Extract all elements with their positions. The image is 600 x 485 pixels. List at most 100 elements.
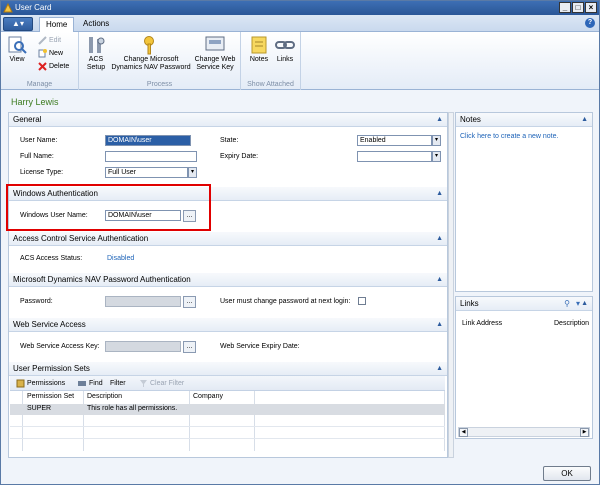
nav-password-header[interactable]: Microsoft Dynamics NAV Password Authenti… [9, 273, 447, 287]
collapse-icon[interactable]: ▲ [436, 273, 443, 287]
collapse-icon[interactable]: ▲ [436, 362, 443, 376]
collapse-icon[interactable]: ▲ [581, 113, 588, 127]
ok-button[interactable]: OK [543, 466, 591, 481]
permission-sets-toolbar: Permissions Find Filter Clear Filter [10, 376, 445, 391]
links-button[interactable]: Links [273, 35, 297, 64]
permission-sets-header[interactable]: User Permission Sets ▲ [9, 362, 447, 376]
expiry-date-field[interactable] [357, 151, 432, 162]
license-type-dropdown-icon[interactable]: ▾ [188, 167, 197, 178]
user-name-field[interactable]: DOMAIN\user [105, 135, 191, 146]
column-permission-set[interactable]: Permission Set [27, 393, 74, 400]
create-note-link[interactable]: Click here to create a new note. [460, 133, 558, 140]
column-link-address[interactable]: Link Address [462, 320, 502, 327]
grid-divider [83, 391, 84, 451]
acs-status-link[interactable]: Disabled [107, 255, 134, 262]
column-link-description[interactable]: Description [554, 320, 589, 327]
change-password-label-2: Dynamics NAV Password [111, 64, 191, 71]
acs-status-label: ACS Access Status: [20, 255, 83, 262]
new-button[interactable]: New [38, 49, 63, 58]
state-label: State: [220, 137, 239, 144]
find-button[interactable]: Find [78, 378, 103, 389]
filter-button[interactable]: Filter [110, 378, 126, 389]
group-show-attached-label: Show Attached [247, 81, 294, 88]
acs-setup-icon [89, 37, 105, 53]
full-name-field[interactable] [105, 151, 197, 162]
grid-divider [254, 391, 255, 451]
table-row[interactable]: SUPER This role has all permissions. [10, 404, 445, 415]
notes-header[interactable]: Notes ▲ [456, 113, 592, 127]
expiry-date-label: Expiry Date: [220, 153, 259, 160]
notes-panel: Notes ▲ Click here to create a new note. [455, 112, 593, 292]
collapse-icon[interactable]: ▲ [436, 113, 443, 127]
permissions-icon [16, 379, 25, 388]
links-menu-icon[interactable]: ▾ [576, 297, 580, 311]
links-header[interactable]: Links ⚲ ▾ ▲ [456, 297, 592, 311]
column-company[interactable]: Company [193, 393, 223, 400]
grid-row-line [10, 438, 445, 439]
record-name: Harry Lewis [11, 97, 59, 107]
permission-set-cell: SUPER [27, 405, 52, 412]
web-service-key-lookup-button[interactable]: ... [183, 341, 196, 353]
search-icon[interactable]: ⚲ [564, 297, 570, 311]
license-type-label: License Type: [20, 169, 64, 176]
web-service-title: Web Service Access [13, 320, 86, 329]
web-service-key-field [105, 341, 181, 352]
links-label: Links [276, 56, 294, 63]
general-header[interactable]: General ▲ [9, 113, 447, 127]
filter-label: Filter [110, 380, 126, 387]
new-label: New [49, 50, 64, 57]
collapse-icon[interactable]: ▲ [436, 232, 443, 246]
change-web-service-key-label-2: Service Key [196, 64, 234, 71]
links-h-scrollbar[interactable]: ◀ ▶ [458, 427, 590, 437]
permissions-button[interactable]: Permissions [16, 378, 65, 389]
scroll-left-icon[interactable]: ◀ [459, 428, 468, 437]
highlight-box [6, 184, 211, 231]
permission-sets-title: User Permission Sets [13, 364, 90, 373]
app-menu-button[interactable]: ▲▾ [3, 17, 33, 31]
state-field[interactable]: Enabled [357, 135, 432, 146]
delete-button[interactable]: Delete [38, 62, 69, 71]
expiry-date-dropdown-icon[interactable]: ▾ [432, 151, 441, 162]
must-change-password-label: User must change password at next login: [220, 298, 351, 305]
permissions-label: Permissions [27, 380, 66, 387]
change-web-service-key-button[interactable]: Change Web Service Key [191, 35, 239, 72]
collapse-icon[interactable]: ▲ [436, 187, 443, 201]
help-icon[interactable]: ? [585, 18, 595, 28]
notes-button[interactable]: Notes [247, 35, 271, 64]
change-password-button[interactable]: Change Microsoft Dynamics NAV Password [111, 35, 191, 72]
scroll-right-icon[interactable]: ▶ [580, 428, 589, 437]
edit-label: Edit [49, 37, 62, 44]
tab-home[interactable]: Home [39, 17, 75, 32]
web-service-header[interactable]: Web Service Access ▲ [9, 318, 447, 332]
must-change-password-checkbox[interactable] [358, 297, 366, 305]
license-type-field[interactable]: Full User [105, 167, 188, 178]
clear-filter-label: Clear Filter [150, 380, 185, 387]
delete-label: Delete [49, 63, 70, 70]
collapse-icon[interactable]: ▲ [436, 318, 443, 332]
links-icon [275, 41, 295, 49]
nav-password-title: Microsoft Dynamics NAV Password Authenti… [13, 275, 191, 284]
content-scrollbar[interactable] [448, 112, 454, 458]
password-lookup-button[interactable]: ... [183, 296, 196, 308]
clear-filter-button[interactable]: Clear Filter [139, 378, 184, 389]
state-dropdown-icon[interactable]: ▾ [432, 135, 441, 146]
tab-actions[interactable]: Actions [77, 17, 115, 32]
group-process-label: Process [146, 81, 173, 88]
acs-header[interactable]: Access Control Service Authentication ▲ [9, 232, 447, 246]
group-process: ACS Setup Change Microsoft Dynamics NAV … [79, 32, 241, 90]
notes-label: Notes [249, 56, 269, 63]
view-button[interactable]: View [5, 35, 29, 64]
collapse-icon[interactable]: ▲ [581, 297, 588, 311]
change-web-service-key-label-1: Change Web [194, 56, 236, 63]
clear-filter-icon [140, 380, 147, 387]
maximize-button[interactable]: □ [572, 2, 584, 13]
close-button[interactable]: × [585, 2, 597, 13]
ribbon: View Edit New Delete Manage ACS Setup Ch… [1, 32, 599, 90]
delete-icon [38, 62, 47, 71]
group-manage: View Edit New Delete Manage [1, 32, 79, 90]
links-title: Links [460, 299, 479, 308]
edit-button[interactable]: Edit [38, 36, 61, 45]
column-description[interactable]: Description [87, 393, 122, 400]
minimize-button[interactable]: _ [559, 2, 571, 13]
acs-setup-button[interactable]: ACS Setup [83, 35, 109, 72]
